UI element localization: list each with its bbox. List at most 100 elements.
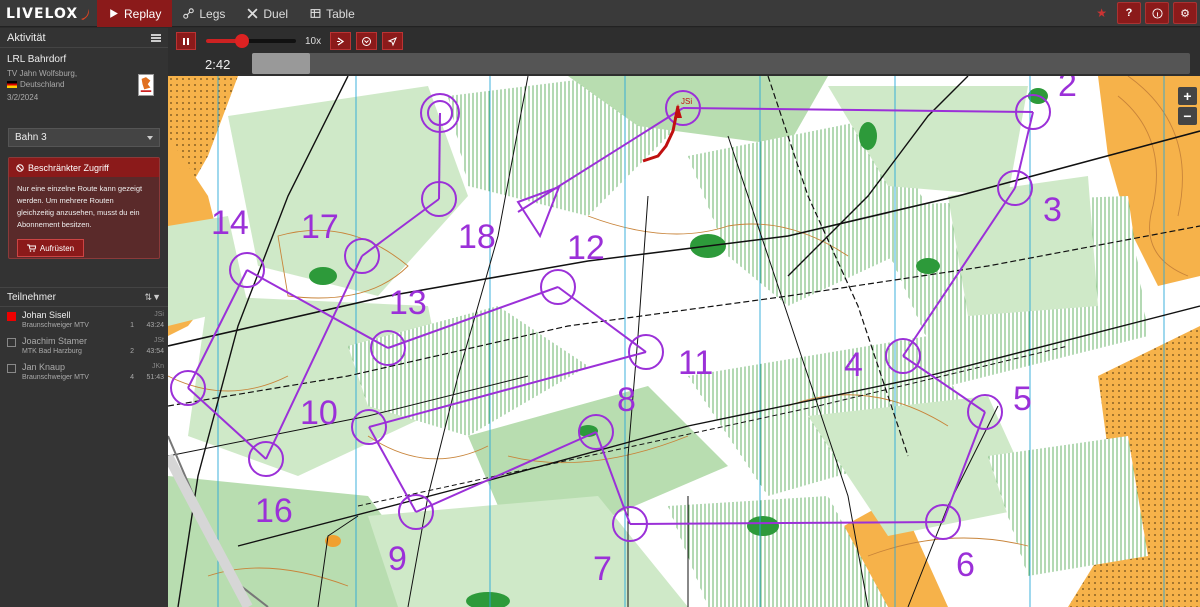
tab-replay[interactable]: Replay [97, 0, 173, 27]
playback-controls: 10x 2:42 [168, 28, 1200, 76]
tab-table-label: Table [326, 6, 355, 21]
club-logo-icon [140, 77, 152, 92]
clock-icon [362, 36, 371, 46]
control-number-2: 2 [1058, 76, 1077, 104]
participant-row[interactable]: Johan Sisell Braunschweiger MTV JSi 1 43:24 [0, 307, 168, 333]
tab-duel[interactable]: Duel [236, 0, 299, 27]
duel-icon [247, 8, 258, 19]
livelox-app: LIVELOX Replay Legs Duel Table ★ ? i ⚙ A… [0, 0, 1200, 607]
sidebar: Aktivität LRL Bahrdorf TV Jahn Wolfsburg… [0, 28, 168, 607]
control-number-12: 12 [567, 229, 605, 267]
pause-icon [183, 37, 185, 45]
germany-flag-icon [7, 81, 17, 88]
activity-info: LRL Bahrdorf TV Jahn Wolfsburg, Deutschl… [0, 48, 168, 128]
timeline-played [252, 53, 311, 74]
restricted-access-title: Beschränkter Zugriff [28, 162, 109, 173]
participant-rank: 1 [130, 322, 134, 329]
ban-icon [16, 163, 24, 172]
follow-button[interactable] [382, 32, 403, 50]
participants-header-label: Teilnehmer [7, 291, 56, 303]
control-number-16: 16 [255, 492, 293, 530]
menu-icon[interactable] [151, 33, 161, 42]
speed-label: 10x [305, 36, 322, 47]
main-nav: Replay Legs Duel Table [97, 0, 366, 27]
restricted-access-panel: Beschränkter Zugriff Nur eine einzelne R… [8, 157, 160, 259]
logo-text: LIVELOX [6, 6, 79, 22]
map-canvas[interactable]: 2 3 4 5 6 7 8 9 10 11 12 13 14 16 17 18 … [168, 76, 1200, 607]
control-number-14: 14 [211, 204, 249, 242]
control-number-10: 10 [300, 394, 338, 432]
club-logo [138, 74, 154, 96]
control-number-11: 11 [678, 344, 713, 382]
participant-time: 43:24 [146, 322, 164, 329]
elapsed-time: 2:42 [205, 57, 231, 72]
participant-checkbox[interactable] [7, 338, 16, 347]
control-number-18: 18 [458, 218, 496, 256]
control-number-8: 8 [617, 381, 636, 419]
speed-slider[interactable] [206, 34, 296, 48]
control-number-3: 3 [1043, 191, 1062, 229]
participant-initials: JKn [151, 363, 164, 370]
event-country-label: Deutschland [20, 80, 65, 89]
participants-list: Johan Sisell Braunschweiger MTV JSi 1 43:24 J… [0, 307, 168, 385]
participant-row[interactable]: Jan Knaup Braunschweiger MTV JKn 4 51:43 [0, 359, 168, 385]
control-number-9: 9 [388, 540, 407, 578]
tab-legs[interactable]: Legs [172, 0, 236, 27]
timeline-scrubber[interactable] [252, 53, 1190, 74]
control-number-5: 5 [1013, 380, 1032, 418]
control-number-17: 17 [301, 208, 339, 246]
orienteering-map[interactable]: 2 3 4 5 6 7 8 9 10 11 12 13 14 16 17 18 … [168, 76, 1200, 607]
tail-button[interactable] [330, 32, 351, 50]
table-icon [310, 9, 321, 18]
control-number-7: 7 [593, 550, 612, 588]
speed-slider-knob[interactable] [235, 34, 249, 48]
control-number-6: 6 [956, 546, 975, 584]
info-button[interactable]: i [1145, 2, 1169, 24]
help-button[interactable]: ? [1117, 2, 1141, 24]
tab-duel-label: Duel [263, 6, 289, 21]
course-select[interactable]: Bahn 3 [8, 128, 160, 147]
participant-time: 43:54 [146, 348, 164, 355]
upgrade-button[interactable]: Aufrüsten [17, 239, 84, 257]
zoom-in-button[interactable]: + [1178, 87, 1197, 105]
sort-filter-icon[interactable]: ⇅▼ [145, 292, 161, 303]
cart-icon [26, 244, 36, 252]
top-bar: LIVELOX Replay Legs Duel Table ★ ? i ⚙ [0, 0, 1200, 27]
activity-header-label: Aktivität [7, 31, 46, 44]
tab-legs-label: Legs [199, 6, 226, 21]
settings-button[interactable]: ⚙ [1173, 2, 1197, 24]
participant-time: 51:43 [146, 374, 164, 381]
participant-name: Joachim Stamer [22, 336, 88, 346]
svg-text:i: i [1156, 11, 1158, 18]
mass-start-button[interactable] [356, 32, 377, 50]
participants-header: Teilnehmer ⇅▼ [0, 287, 168, 307]
course-select-value: Bahn 3 [15, 132, 47, 143]
event-title: LRL Bahrdorf [7, 54, 67, 65]
restricted-access-text: Nur eine einzelne Route kann gezeigt wer… [17, 184, 143, 229]
tail-icon [337, 36, 345, 46]
pause-button[interactable] [176, 32, 196, 50]
participant-rank: 2 [130, 348, 134, 355]
top-right-tools: ★ ? i ⚙ [1096, 2, 1197, 24]
participant-checkbox[interactable] [7, 364, 16, 373]
participant-row[interactable]: Joachim Stamer MTK Bad Harzburg JSt 2 43:54 [0, 333, 168, 359]
control-number-4: 4 [844, 346, 863, 384]
chevron-down-icon [147, 135, 153, 140]
logo[interactable]: LIVELOX [6, 5, 91, 23]
logo-swoosh-icon [81, 9, 89, 20]
activity-header: Aktivität [0, 28, 168, 48]
runner-tag: JSi [681, 97, 692, 106]
zoom-out-button[interactable]: − [1178, 107, 1197, 125]
participant-initials: JSt [153, 337, 164, 344]
restricted-access-header: Beschränkter Zugriff [9, 158, 159, 177]
participant-checkbox[interactable] [7, 312, 16, 321]
zoom-controls: + − [1178, 87, 1197, 125]
legs-icon [183, 8, 195, 19]
tab-table[interactable]: Table [299, 0, 366, 27]
participant-name: Johan Sisell [22, 310, 71, 320]
location-arrow-icon [387, 36, 397, 46]
participant-rank: 4 [130, 374, 134, 381]
play-icon [110, 9, 118, 18]
star-icon[interactable]: ★ [1096, 6, 1107, 20]
upgrade-button-label: Aufrüsten [39, 243, 75, 253]
